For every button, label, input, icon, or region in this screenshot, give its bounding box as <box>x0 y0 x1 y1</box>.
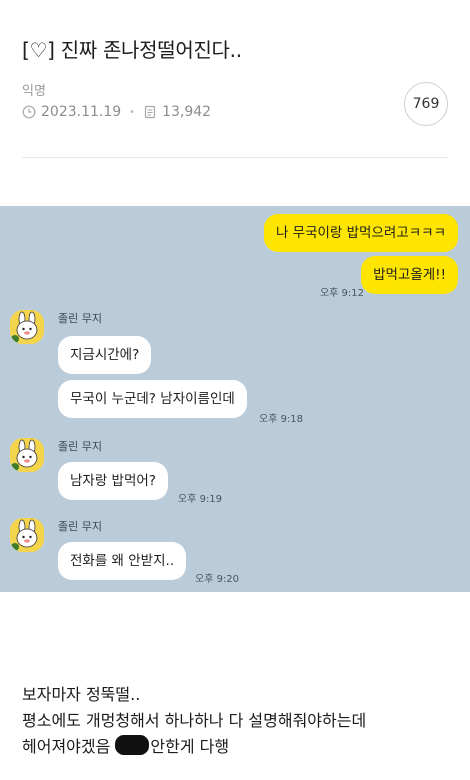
meta-separator: • <box>129 106 136 118</box>
their-message: 무국이 누군데? 남자이름인데 <box>58 380 247 418</box>
sender-name: 졸린 무지 <box>58 312 102 325</box>
message-time: 오후 9:12 <box>319 288 364 299</box>
message-time: 오후 9:20 <box>195 574 240 585</box>
chat-screenshot: 나 무국이랑 밥먹으려고ㅋㅋㅋ 밥먹고올게!! 오후 9:12 졸린 무지 지금… <box>0 206 470 592</box>
body-line: 보자마자 정뚝떨.. <box>22 685 141 704</box>
muzi-avatar <box>10 518 44 552</box>
body-line: 평소에도 개멍청해서 하나하나 다 설명해줘야하는데 <box>22 711 367 730</box>
muzi-character-icon <box>10 310 44 344</box>
post-title: [♡] 진짜 존나정떨어진다.. <box>22 38 242 62</box>
sender-name: 졸린 무지 <box>58 440 102 453</box>
sender-name: 졸린 무지 <box>58 520 102 533</box>
my-message: 나 무국이랑 밥먹으려고ㅋㅋㅋ <box>263 214 458 252</box>
muzi-avatar <box>10 438 44 472</box>
their-message: 전화를 왜 안받지.. <box>58 542 187 580</box>
post-views: 13,942 <box>162 104 212 120</box>
their-message: 남자랑 밥먹어? <box>58 462 168 500</box>
my-message: 밥먹고올게!! <box>361 256 458 294</box>
post-date: 2023.11.19 <box>41 104 122 120</box>
body-line-start: 헤어져야겠음 <box>22 737 116 756</box>
their-message: 지금시간에? <box>58 336 152 374</box>
muzi-character-icon <box>10 438 44 472</box>
post-header: [♡] 진짜 존나정떨어진다.. 익명 2023.11.19 • 13,942 … <box>0 0 470 160</box>
clock-icon <box>22 105 36 119</box>
comment-count-button[interactable]: 769 <box>404 82 448 126</box>
message-time: 오후 9:19 <box>178 494 223 505</box>
muzi-avatar <box>10 310 44 344</box>
body-line: 헤어져야겠음 안한게 다행 <box>22 734 366 760</box>
muzi-character-icon <box>10 518 44 552</box>
post-author: 익명 <box>22 84 46 99</box>
post-body: 보자마자 정뚝떨.. 평소에도 개멍청해서 하나하나 다 설명해줘야하는데 헤어… <box>22 682 366 760</box>
censored-word <box>115 735 150 755</box>
message-time: 오후 9:18 <box>259 414 304 425</box>
document-icon <box>144 105 156 119</box>
header-divider <box>22 157 448 158</box>
body-line-end: 안한게 다행 <box>150 737 230 756</box>
post-meta: 2023.11.19 • 13,942 <box>22 104 211 120</box>
